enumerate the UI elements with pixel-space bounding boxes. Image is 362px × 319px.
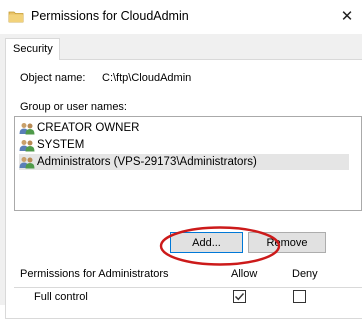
users-icon bbox=[19, 156, 35, 168]
dialog-body: Security Object name: C:\ftp\CloudAdmin … bbox=[0, 34, 362, 319]
full-control-allow-checkbox[interactable] bbox=[233, 290, 246, 303]
permissions-header: Permissions for Administrators bbox=[20, 268, 169, 280]
users-icon bbox=[19, 122, 35, 134]
close-button[interactable]: ✕ bbox=[332, 0, 362, 32]
list-item-label: SYSTEM bbox=[37, 139, 85, 151]
group-list-label: Group or user names: bbox=[20, 101, 127, 113]
allow-column-header: Allow bbox=[231, 268, 258, 280]
tab-security[interactable]: Security bbox=[5, 38, 60, 60]
list-item-system[interactable]: SYSTEM bbox=[19, 137, 349, 153]
red-highlight-ellipse bbox=[159, 226, 281, 266]
deny-column-header: Deny bbox=[292, 268, 318, 280]
checkmark-icon bbox=[235, 293, 245, 301]
list-item-creator-owner[interactable]: CREATOR OWNER bbox=[19, 120, 349, 136]
list-item-label: CREATOR OWNER bbox=[37, 122, 140, 134]
object-name-value: C:\ftp\CloudAdmin bbox=[102, 72, 192, 84]
window-title: Permissions for CloudAdmin bbox=[31, 9, 189, 23]
group-user-list[interactable]: CREATOR OWNER SYSTEM Administrators (VPS… bbox=[14, 116, 362, 211]
list-item-administrators[interactable]: Administrators (VPS-29173\Administrators… bbox=[19, 154, 349, 170]
permission-full-control-label: Full control bbox=[34, 291, 88, 303]
full-control-deny-checkbox[interactable] bbox=[293, 290, 306, 303]
list-item-label: Administrators (VPS-29173\Administrators… bbox=[37, 156, 257, 168]
permissions-list-border bbox=[14, 287, 362, 288]
title-bar: Permissions for CloudAdmin ✕ bbox=[0, 0, 362, 34]
object-name-label: Object name: bbox=[20, 72, 86, 84]
folder-icon bbox=[8, 9, 24, 25]
users-icon bbox=[19, 139, 35, 151]
